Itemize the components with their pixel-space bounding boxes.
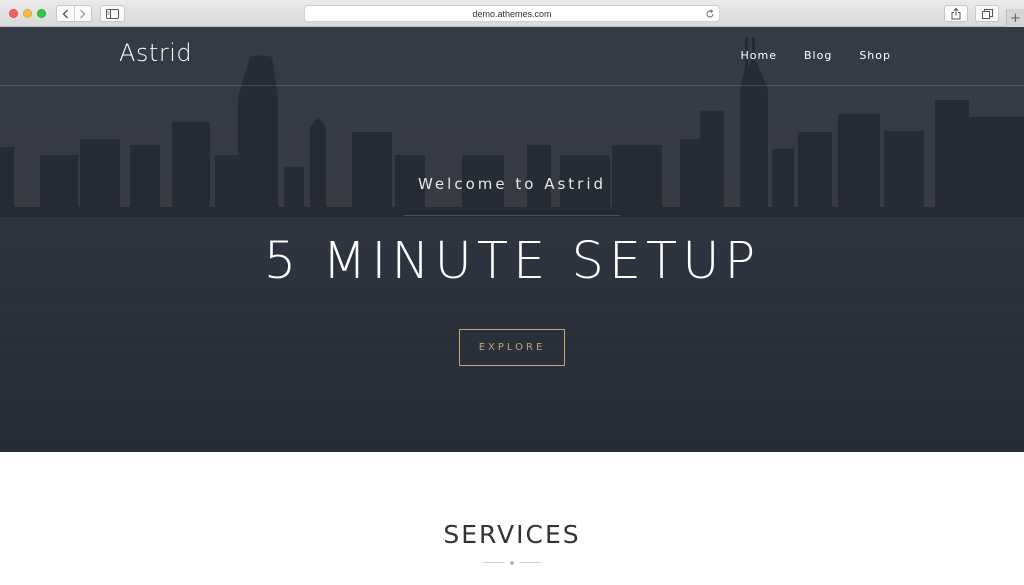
hero-subtitle: Welcome to Astrid (417, 175, 607, 193)
sidebar-icon (106, 8, 119, 19)
share-icon (951, 7, 961, 19)
chevron-right-icon (80, 9, 86, 18)
hero-title: 5 MINUTE SETUP (263, 232, 761, 291)
plus-icon: + (1010, 10, 1021, 26)
zoom-window-button[interactable] (37, 9, 46, 18)
services-heading: SERVICES (443, 520, 581, 549)
menu-item-blog[interactable]: Blog (804, 49, 832, 62)
forward-button[interactable] (73, 6, 92, 21)
site-header: Astrid Home Blog Shop (0, 27, 1024, 86)
tabs-icon (981, 8, 993, 19)
hero-divider (404, 215, 620, 216)
back-button[interactable] (57, 6, 74, 21)
share-button[interactable] (944, 5, 968, 22)
site-logo[interactable]: Astrid (119, 39, 192, 67)
minimize-window-button[interactable] (23, 9, 32, 18)
menu-item-shop[interactable]: Shop (859, 49, 891, 62)
chevron-left-icon (62, 9, 68, 18)
reload-icon[interactable] (705, 9, 715, 19)
new-tab-button[interactable]: + (1006, 9, 1024, 27)
hero-section: Astrid Home Blog Shop Welcome to Astrid … (0, 27, 1024, 452)
browser-toolbar: demo.athemes.com + (0, 0, 1024, 27)
explore-button[interactable]: EXPLORE (459, 329, 565, 366)
close-window-button[interactable] (9, 9, 18, 18)
address-bar[interactable]: demo.athemes.com (304, 5, 720, 22)
menu-item-home[interactable]: Home (741, 49, 777, 62)
main-menu: Home Blog Shop (741, 49, 891, 62)
services-divider (483, 561, 541, 565)
history-nav (56, 5, 92, 22)
url-text: demo.athemes.com (472, 8, 552, 19)
sidebar-toggle-button[interactable] (100, 5, 125, 22)
show-tabs-button[interactable] (975, 5, 999, 22)
